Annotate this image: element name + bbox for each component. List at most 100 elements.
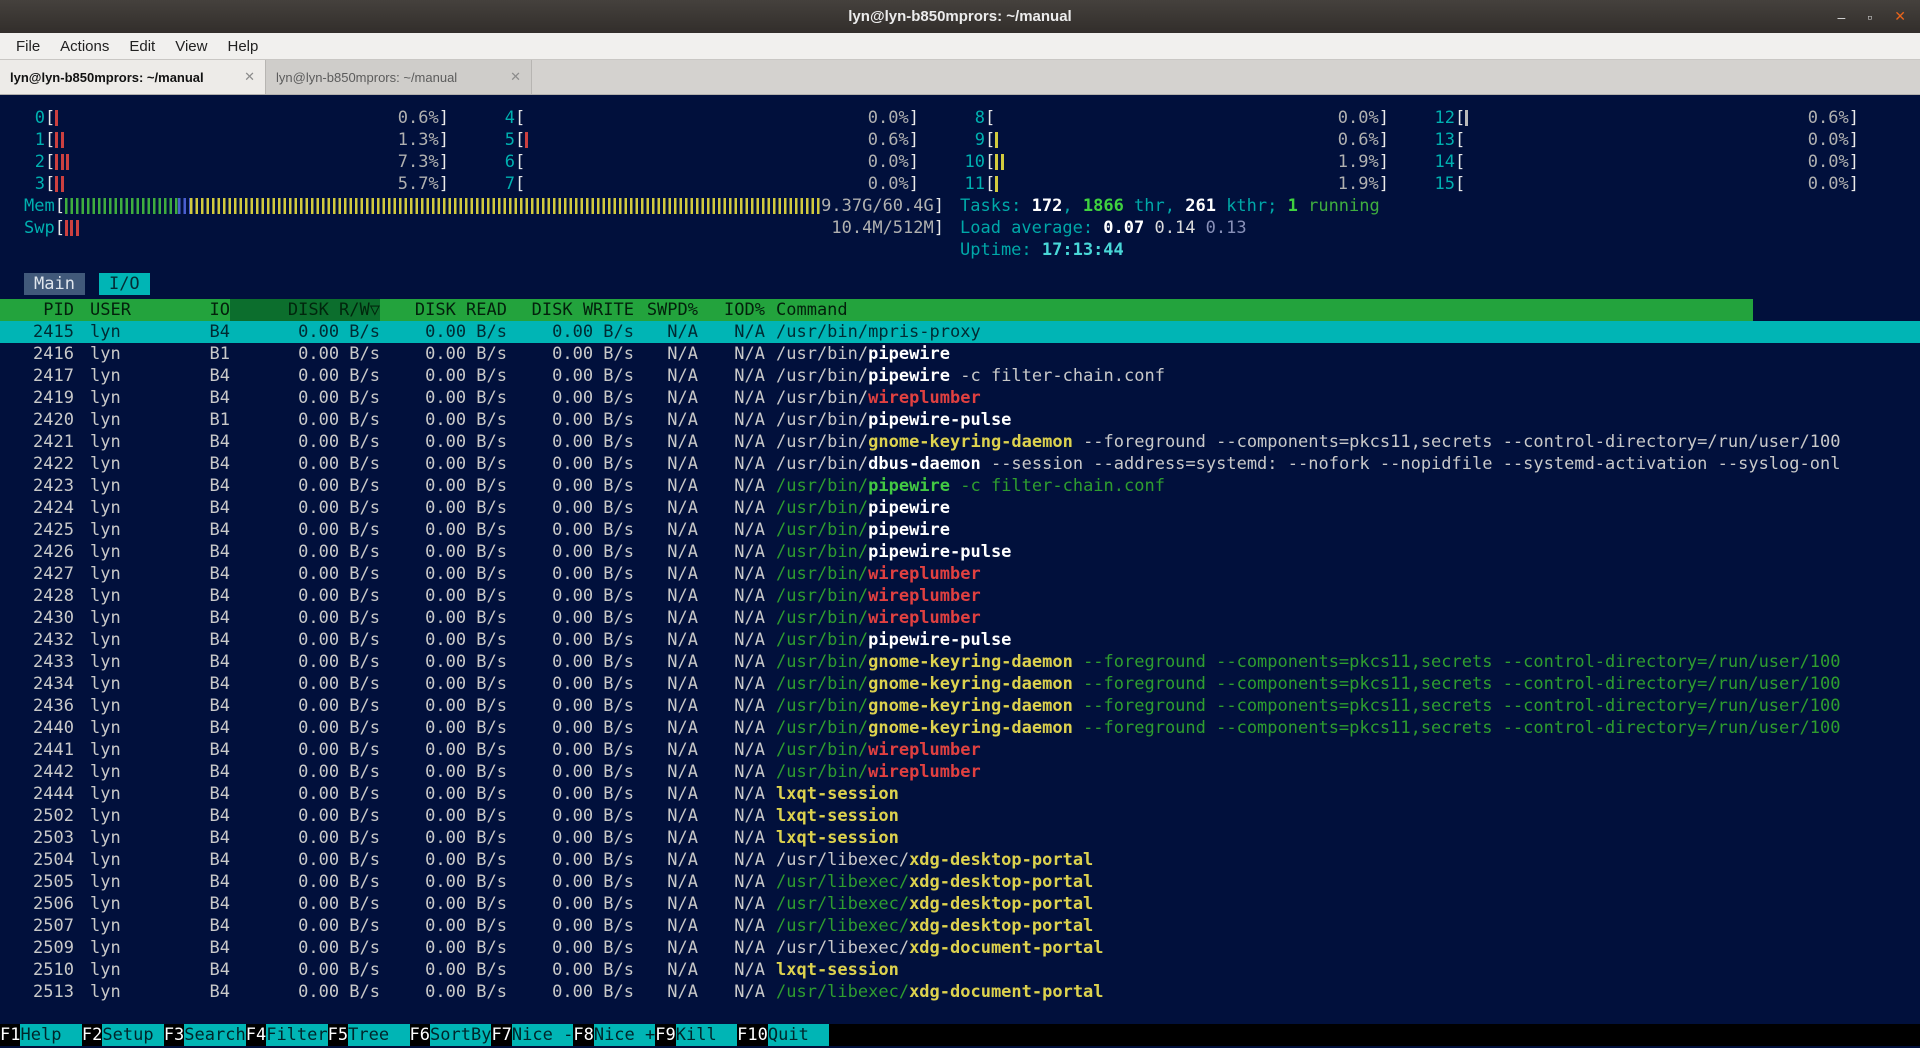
cpu-percent: 0.0% [1808, 129, 1849, 151]
cell-pid: 2505 [0, 871, 74, 893]
menu-item-file[interactable]: File [6, 36, 50, 57]
command-segment: /usr/libexec/ [776, 850, 909, 870]
process-row[interactable]: 2509lynB40.00 B/s0.00 B/s0.00 B/sN/AN/A/… [0, 937, 1920, 959]
process-row[interactable]: 2444lynB40.00 B/s0.00 B/s0.00 B/sN/AN/Al… [0, 783, 1920, 805]
process-row[interactable]: 2506lynB40.00 B/s0.00 B/s0.00 B/sN/AN/A/… [0, 893, 1920, 915]
process-row[interactable]: 2428lynB40.00 B/s0.00 B/s0.00 B/sN/AN/A/… [0, 585, 1920, 607]
meter-bracket: [ [55, 217, 65, 239]
process-row[interactable]: 2510lynB40.00 B/s0.00 B/s0.00 B/sN/AN/Al… [0, 959, 1920, 981]
process-row[interactable]: 2440lynB40.00 B/s0.00 B/s0.00 B/sN/AN/A/… [0, 717, 1920, 739]
process-row[interactable]: 2502lynB40.00 B/s0.00 B/s0.00 B/sN/AN/Al… [0, 805, 1920, 827]
menu-item-edit[interactable]: Edit [119, 36, 165, 57]
cell-iod: N/A [698, 805, 765, 827]
fkey-f8[interactable]: F8Nice + [573, 1024, 655, 1046]
maximize-icon[interactable]: ▫ [1867, 9, 1872, 25]
screen-tab-main[interactable]: Main [24, 273, 85, 295]
meter-bracket: ] [439, 173, 449, 195]
process-row[interactable]: 2416lynB10.00 B/s0.00 B/s0.00 B/sN/AN/A/… [0, 343, 1920, 365]
mem-value: 9.37G/60.4G [821, 195, 934, 217]
column-header-pid[interactable]: PID [0, 299, 74, 321]
fkey-f6[interactable]: F6SortBy [410, 1024, 492, 1046]
fkey-f7[interactable]: F7Nice - [491, 1024, 573, 1046]
process-row[interactable]: 2442lynB40.00 B/s0.00 B/s0.00 B/sN/AN/A/… [0, 761, 1920, 783]
process-row[interactable]: 2507lynB40.00 B/s0.00 B/s0.00 B/sN/AN/A/… [0, 915, 1920, 937]
cell-user: lyn [74, 849, 194, 871]
meter-bracket: ] [1849, 173, 1859, 195]
column-header-io[interactable]: IO [194, 299, 230, 321]
command-segment: gnome-keyring-daemon [868, 674, 1073, 694]
fkey-f4[interactable]: F4Filter [246, 1024, 328, 1046]
cell-pid: 2423 [0, 475, 74, 497]
process-row[interactable]: 2505lynB40.00 B/s0.00 B/s0.00 B/sN/AN/A/… [0, 871, 1920, 893]
process-row[interactable]: 2441lynB40.00 B/s0.00 B/s0.00 B/sN/AN/A/… [0, 739, 1920, 761]
fkey-f3[interactable]: F3Search [164, 1024, 246, 1046]
cell-io: B4 [194, 651, 230, 673]
cell-io: B4 [194, 695, 230, 717]
close-icon[interactable]: ✕ [1894, 8, 1906, 25]
column-header-swpd[interactable]: SWPD% [634, 299, 698, 321]
column-header-iod[interactable]: IOD% [698, 299, 765, 321]
fkey-f10[interactable]: F10Quit [737, 1024, 829, 1046]
process-row[interactable]: 2417lynB40.00 B/s0.00 B/s0.00 B/sN/AN/A/… [0, 365, 1920, 387]
cell-write: 0.00 B/s [507, 827, 634, 849]
terminal-tab[interactable]: lyn@lyn-b850mprors: ~/manual✕ [0, 60, 266, 94]
process-row[interactable]: 2513lynB40.00 B/s0.00 B/s0.00 B/sN/AN/A/… [0, 981, 1920, 1003]
process-row[interactable]: 2430lynB40.00 B/s0.00 B/s0.00 B/sN/AN/A/… [0, 607, 1920, 629]
process-row[interactable]: 2421lynB40.00 B/s0.00 B/s0.00 B/sN/AN/A/… [0, 431, 1920, 453]
cell-pid: 2507 [0, 915, 74, 937]
process-row[interactable]: 2426lynB40.00 B/s0.00 B/s0.00 B/sN/AN/A/… [0, 541, 1920, 563]
process-row[interactable]: 2433lynB40.00 B/s0.00 B/s0.00 B/sN/AN/A/… [0, 651, 1920, 673]
command-segment: xdg-desktop-portal [909, 894, 1093, 914]
process-row[interactable]: 2415lynB40.00 B/s0.00 B/s0.00 B/sN/AN/A/… [0, 321, 1920, 343]
menu-item-actions[interactable]: Actions [50, 36, 119, 57]
cpu-bar [1465, 154, 1808, 170]
cpu-label: 5 [494, 129, 515, 151]
process-row[interactable]: 2432lynB40.00 B/s0.00 B/s0.00 B/sN/AN/A/… [0, 629, 1920, 651]
uptime-line: Uptime: 17:13:44 [960, 239, 1124, 261]
meter-bracket: ] [1849, 151, 1859, 173]
column-header-user[interactable]: USER [74, 299, 194, 321]
menu-item-help[interactable]: Help [217, 36, 268, 57]
cell-user: lyn [74, 365, 194, 387]
cell-user: lyn [74, 805, 194, 827]
fkey-f1[interactable]: F1Help [0, 1024, 82, 1046]
fkey-f5[interactable]: F5Tree [328, 1024, 410, 1046]
process-row[interactable]: 2424lynB40.00 B/s0.00 B/s0.00 B/sN/AN/A/… [0, 497, 1920, 519]
process-row[interactable]: 2504lynB40.00 B/s0.00 B/s0.00 B/sN/AN/A/… [0, 849, 1920, 871]
menu-item-view[interactable]: View [165, 36, 217, 57]
screen-tab-io[interactable]: I/O [99, 273, 150, 295]
column-header-read[interactable]: DISK READ [380, 299, 507, 321]
cpu-grid: 0[0.6%]4[0.0%]8[0.0%]12[0.6%]1[1.3%]5[0.… [0, 107, 1920, 195]
cell-io: B4 [194, 761, 230, 783]
title-bar[interactable]: lyn@lyn-b850mprors: ~/manual – ▫ ✕ [0, 0, 1920, 33]
cell-write: 0.00 B/s [507, 453, 634, 475]
cell-rw: 0.00 B/s [230, 937, 380, 959]
process-row[interactable]: 2425lynB40.00 B/s0.00 B/s0.00 B/sN/AN/A/… [0, 519, 1920, 541]
minimize-icon[interactable]: – [1838, 9, 1846, 25]
process-row[interactable]: 2420lynB10.00 B/s0.00 B/s0.00 B/sN/AN/A/… [0, 409, 1920, 431]
fkey-action: Search [184, 1024, 245, 1046]
column-header-cmd[interactable]: Command [765, 299, 1753, 321]
process-row[interactable]: 2427lynB40.00 B/s0.00 B/s0.00 B/sN/AN/A/… [0, 563, 1920, 585]
cell-user: lyn [74, 871, 194, 893]
tab-close-icon[interactable]: ✕ [244, 69, 255, 85]
tab-close-icon[interactable]: ✕ [510, 69, 521, 85]
cell-rw: 0.00 B/s [230, 585, 380, 607]
fkey-f2[interactable]: F2Setup [82, 1024, 164, 1046]
terminal-tab[interactable]: lyn@lyn-b850mprors: ~/manual✕ [266, 60, 532, 94]
column-header-write[interactable]: DISK WRITE [507, 299, 634, 321]
cell-pid: 2503 [0, 827, 74, 849]
column-header-rw[interactable]: DISK R/W▽ [230, 299, 380, 321]
process-row[interactable]: 2503lynB40.00 B/s0.00 B/s0.00 B/sN/AN/Al… [0, 827, 1920, 849]
fkey-f9[interactable]: F9Kill [655, 1024, 737, 1046]
text-segment: Tasks: [960, 196, 1032, 216]
process-row[interactable]: 2423lynB40.00 B/s0.00 B/s0.00 B/sN/AN/A/… [0, 475, 1920, 497]
process-row[interactable]: 2419lynB40.00 B/s0.00 B/s0.00 B/sN/AN/A/… [0, 387, 1920, 409]
cell-rw: 0.00 B/s [230, 651, 380, 673]
process-row[interactable]: 2422lynB40.00 B/s0.00 B/s0.00 B/sN/AN/A/… [0, 453, 1920, 475]
cpu-label: 9 [964, 129, 985, 151]
process-row[interactable]: 2436lynB40.00 B/s0.00 B/s0.00 B/sN/AN/A/… [0, 695, 1920, 717]
process-row[interactable]: 2434lynB40.00 B/s0.00 B/s0.00 B/sN/AN/A/… [0, 673, 1920, 695]
cell-rw: 0.00 B/s [230, 541, 380, 563]
cpu-percent: 0.0% [1808, 151, 1849, 173]
